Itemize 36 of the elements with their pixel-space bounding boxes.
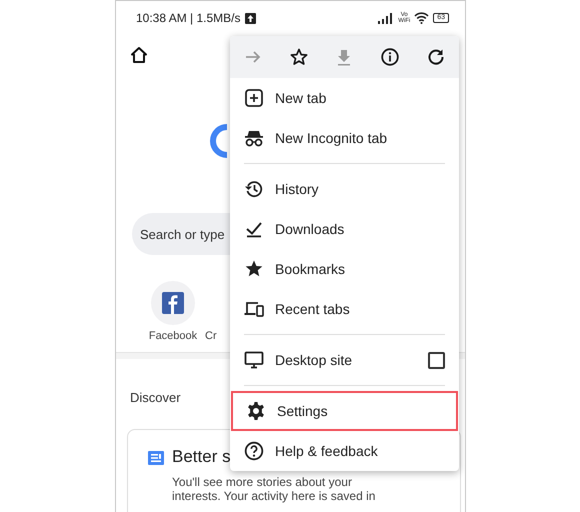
menu-item[interactable]: Bookmarks	[230, 249, 459, 289]
status-time: 10:38 AM | 1.5MB/s	[136, 11, 241, 25]
star-icon	[290, 48, 308, 66]
upload-icon	[244, 12, 256, 24]
discover-heading: Discover	[130, 390, 182, 405]
menu-item[interactable]: Desktop site	[230, 340, 459, 380]
card-text: You'll see more stories about your	[172, 475, 352, 489]
facebook-logo-icon	[162, 292, 184, 314]
devices-icon	[244, 299, 264, 319]
signal-icon	[378, 12, 394, 24]
star-icon	[244, 259, 264, 279]
menu-item[interactable]: Settings	[231, 391, 458, 431]
wifi-icon	[414, 12, 430, 24]
help-icon	[244, 441, 264, 461]
refresh-icon	[427, 48, 446, 66]
plus-box-icon	[244, 88, 264, 108]
shortcut-label[interactable]: Facebook	[148, 330, 198, 342]
shortcut-label[interactable]: Cr	[205, 330, 217, 342]
menu-item[interactable]: History	[230, 169, 459, 209]
menu-item[interactable]: Downloads	[230, 209, 459, 249]
desktop-site-checkbox[interactable]	[428, 352, 445, 368]
search-placeholder: Search or type	[140, 226, 225, 242]
incognito-icon	[244, 128, 264, 148]
info-icon	[381, 48, 400, 66]
home-icon[interactable]	[130, 46, 148, 64]
news-icon	[148, 451, 164, 465]
menu-item[interactable]: Recent tabs	[230, 289, 459, 329]
menu-item[interactable]: Help & feedback	[230, 431, 459, 471]
menu-item[interactable]: New Incognito tab	[230, 118, 459, 158]
history-icon	[244, 179, 264, 199]
monitor-icon	[244, 350, 264, 370]
card-title: Better s	[172, 446, 231, 468]
facebook-shortcut[interactable]	[151, 281, 195, 325]
card-text: interests. Your activity here is saved in	[172, 489, 376, 503]
menu-item[interactable]: New tab	[230, 78, 459, 118]
settings-icon	[246, 401, 266, 421]
